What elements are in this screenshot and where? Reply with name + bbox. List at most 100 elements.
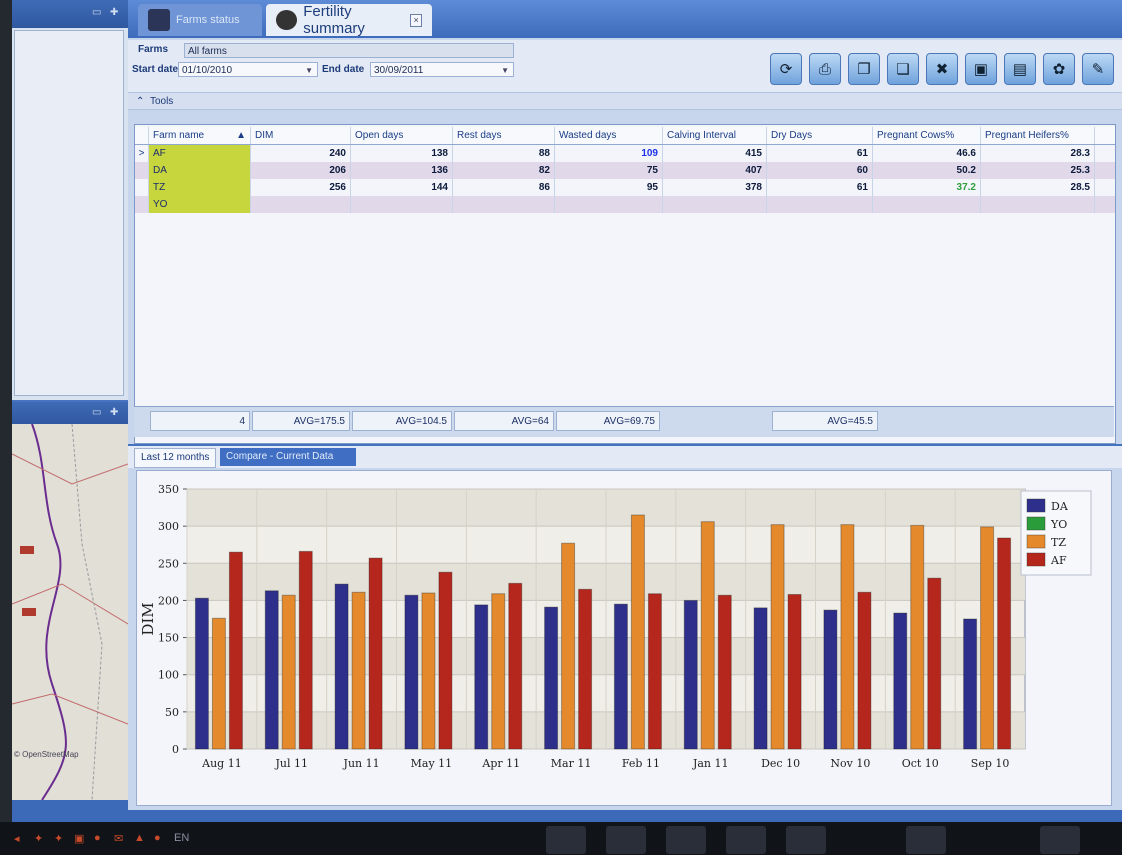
column-header-pregnant-cows[interactable]: Pregnant Cows% bbox=[873, 127, 981, 144]
taskbar-app-icon[interactable] bbox=[606, 826, 646, 854]
tab-strip: Farms status Fertility summary × bbox=[128, 0, 1122, 38]
cell-wasted-days[interactable] bbox=[555, 196, 663, 213]
cell-calving-interval[interactable] bbox=[663, 196, 767, 213]
cell-pregnant-heifers[interactable]: 25.3 bbox=[981, 162, 1095, 179]
print-button[interactable]: ⎙ bbox=[809, 53, 841, 85]
cell-open-days[interactable] bbox=[351, 196, 453, 213]
cell-wasted-days[interactable]: 109 bbox=[555, 145, 663, 162]
edit-button[interactable]: ✎ bbox=[1082, 53, 1114, 85]
cell-dry-days[interactable]: 61 bbox=[767, 179, 873, 196]
cell-dim[interactable]: 240 bbox=[251, 145, 351, 162]
cell-pregnant-heifers[interactable]: 28.3 bbox=[981, 145, 1095, 162]
column-header-dry-days[interactable]: Dry Days bbox=[767, 127, 873, 144]
table-row[interactable]: YO bbox=[135, 196, 1115, 213]
cell-calving-interval[interactable]: 415 bbox=[663, 145, 767, 162]
tab-compare-current-data[interactable]: Compare - Current Data bbox=[220, 448, 356, 466]
cell-pregnant-heifers[interactable] bbox=[981, 196, 1095, 213]
column-header-calving-interval[interactable]: Calving Interval bbox=[663, 127, 767, 144]
cell-farm-name[interactable]: YO bbox=[149, 196, 251, 213]
column-header-open-days[interactable]: Open days bbox=[351, 127, 453, 144]
taskbar-app-icon[interactable] bbox=[1040, 826, 1080, 854]
tray-icon[interactable]: ✉ bbox=[114, 832, 126, 845]
table-row[interactable]: TZ 256 144 86 95 378 61 37.2 28.5 bbox=[135, 179, 1115, 196]
bar-af bbox=[857, 591, 872, 750]
chevron-down-icon[interactable]: ▼ bbox=[501, 63, 509, 78]
cell-pregnant-heifers[interactable]: 28.5 bbox=[981, 179, 1095, 196]
cell-dim[interactable]: 206 bbox=[251, 162, 351, 179]
taskbar-app-icon[interactable] bbox=[666, 826, 706, 854]
cell-open-days[interactable]: 138 bbox=[351, 145, 453, 162]
cell-farm-name[interactable]: TZ bbox=[149, 179, 251, 196]
cell-dim[interactable]: 256 bbox=[251, 179, 351, 196]
pin-icon[interactable]: ✚ bbox=[110, 408, 120, 418]
export-button[interactable]: ▣ bbox=[965, 53, 997, 85]
sort-asc-icon[interactable]: ▲ bbox=[236, 127, 246, 144]
cell-calving-interval[interactable]: 378 bbox=[663, 179, 767, 196]
cell-rest-days[interactable] bbox=[453, 196, 555, 213]
paste-button[interactable]: ❏ bbox=[887, 53, 919, 85]
settings-button[interactable]: ✿ bbox=[1043, 53, 1075, 85]
chevron-down-icon[interactable]: ▼ bbox=[305, 63, 313, 78]
cell-open-days[interactable]: 144 bbox=[351, 179, 453, 196]
cell-wasted-days[interactable]: 95 bbox=[555, 179, 663, 196]
minimize-icon[interactable]: ▭ bbox=[92, 408, 102, 418]
column-header-farm-name[interactable]: Farm name ▲ bbox=[149, 127, 251, 144]
column-header-rest-days[interactable]: Rest days bbox=[453, 127, 555, 144]
cell-pregnant-cows[interactable]: 37.2 bbox=[873, 179, 981, 196]
cell-dry-days[interactable] bbox=[767, 196, 873, 213]
tab-last-12-months[interactable]: Last 12 months bbox=[134, 448, 217, 468]
tab-farms-status[interactable]: Farms status bbox=[138, 4, 262, 36]
save-button[interactable]: ▤ bbox=[1004, 53, 1036, 85]
taskbar-app-icon[interactable] bbox=[726, 826, 766, 854]
row-selector[interactable] bbox=[135, 196, 149, 213]
tray-icon[interactable]: ● bbox=[94, 832, 106, 844]
left-panel-body bbox=[14, 30, 124, 396]
cell-dim[interactable] bbox=[251, 196, 351, 213]
cell-pregnant-cows[interactable]: 50.2 bbox=[873, 162, 981, 179]
tools-button[interactable]: ✖ bbox=[926, 53, 958, 85]
taskbar-app-icon[interactable] bbox=[906, 826, 946, 854]
cell-rest-days[interactable]: 88 bbox=[453, 145, 555, 162]
cell-dry-days[interactable]: 61 bbox=[767, 145, 873, 162]
cell-pregnant-cows[interactable] bbox=[873, 196, 981, 213]
row-selector[interactable] bbox=[135, 162, 149, 179]
close-tab-icon[interactable]: × bbox=[410, 13, 422, 27]
minimize-icon[interactable]: ▭ bbox=[92, 8, 102, 18]
tray-icon[interactable]: ✦ bbox=[54, 832, 66, 845]
cell-rest-days[interactable]: 86 bbox=[453, 179, 555, 196]
cell-wasted-days[interactable]: 75 bbox=[555, 162, 663, 179]
taskbar-app-icon[interactable] bbox=[786, 826, 826, 854]
bar-da bbox=[334, 583, 349, 750]
tools-expander[interactable]: ⌃ Tools bbox=[128, 92, 1122, 110]
taskbar-app-icon[interactable] bbox=[546, 826, 586, 854]
summary-wasted-days: AVG=69.75 bbox=[556, 411, 660, 431]
cell-farm-name[interactable]: DA bbox=[149, 162, 251, 179]
cell-farm-name[interactable]: AF bbox=[149, 145, 251, 162]
row-selector[interactable]: > bbox=[135, 145, 149, 162]
tray-icon[interactable]: ● bbox=[154, 832, 166, 844]
column-header-dim[interactable]: DIM bbox=[251, 127, 351, 144]
tray-icon[interactable]: ◂ bbox=[14, 832, 26, 845]
refresh-button[interactable]: ⟳ bbox=[770, 53, 802, 85]
farms-field[interactable]: All farms bbox=[184, 43, 514, 58]
table-row[interactable]: DA 206 136 82 75 407 60 50.2 25.3 bbox=[135, 162, 1115, 179]
tab-fertility-summary[interactable]: Fertility summary × bbox=[266, 3, 432, 37]
end-date-picker[interactable]: 30/09/2011 ▼ bbox=[370, 62, 514, 77]
cell-rest-days[interactable]: 82 bbox=[453, 162, 555, 179]
table-row[interactable]: > AF 240 138 88 109 415 61 46.6 28.3 bbox=[135, 145, 1115, 162]
tray-icon[interactable]: ▣ bbox=[74, 832, 86, 845]
language-indicator[interactable]: EN bbox=[174, 832, 189, 844]
row-selector[interactable] bbox=[135, 179, 149, 196]
column-header-wasted-days[interactable]: Wasted days bbox=[555, 127, 663, 144]
pin-icon[interactable]: ✚ bbox=[110, 8, 120, 18]
cell-calving-interval[interactable]: 407 bbox=[663, 162, 767, 179]
tray-icon[interactable]: ✦ bbox=[34, 832, 46, 845]
copy-button[interactable]: ❐ bbox=[848, 53, 880, 85]
column-header-pregnant-heifers[interactable]: Pregnant Heifers% bbox=[981, 127, 1095, 144]
start-date-picker[interactable]: 01/10/2010 ▼ bbox=[178, 62, 318, 77]
tray-icon[interactable]: ▲ bbox=[134, 832, 146, 844]
cell-dry-days[interactable]: 60 bbox=[767, 162, 873, 179]
map-view[interactable] bbox=[12, 423, 128, 800]
cell-open-days[interactable]: 136 bbox=[351, 162, 453, 179]
cell-pregnant-cows[interactable]: 46.6 bbox=[873, 145, 981, 162]
